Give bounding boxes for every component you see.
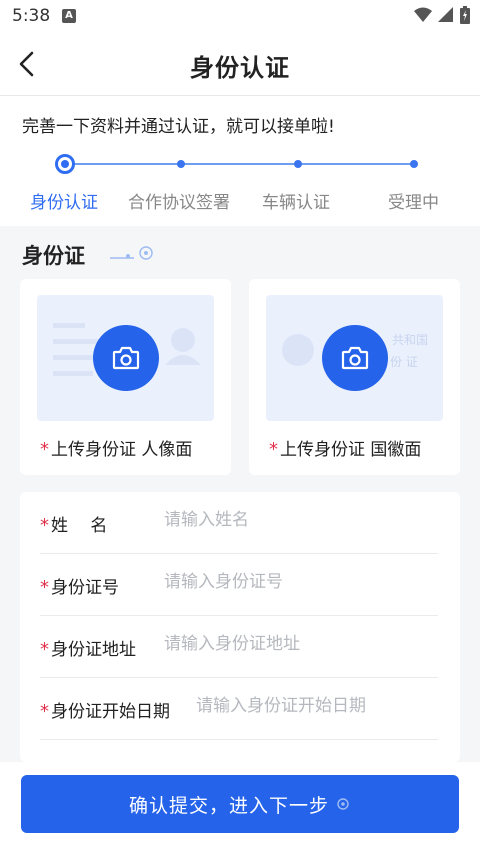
camera-button-emblem[interactable] (322, 325, 388, 391)
wifi-icon (414, 7, 432, 22)
upload-card-portrait[interactable]: * 上传身份证 人像面 (20, 279, 231, 475)
id-address-input[interactable] (164, 634, 404, 654)
required-mark: * (40, 577, 49, 598)
upload-label-text: 上传身份证 国徽面 (280, 440, 422, 460)
camera-icon (341, 346, 369, 370)
intro-text: 完善一下资料并通过认证，就可以接单啦! (22, 117, 335, 137)
step-label-agreement: 合作协议签署 (128, 193, 230, 213)
required-mark: * (40, 639, 49, 660)
section-title: 身份证 (22, 244, 85, 268)
identity-form: *姓 名 *身份证号 *身份证地址 *身份证开始日期 (20, 492, 460, 762)
status-bar: 5:38 A (0, 0, 480, 32)
form-row-id-number: * 身份证号 (40, 554, 438, 616)
id-number-input[interactable] (164, 572, 404, 592)
form-label-id-start-date: * 身份证开始日期 (40, 697, 170, 722)
decor-icon (110, 246, 153, 260)
step-dot (410, 160, 418, 168)
step-line (70, 163, 415, 165)
upload-label-text: 上传身份证 人像面 (51, 440, 193, 460)
required-mark: * (269, 439, 278, 460)
id-portrait-placeholder (37, 295, 214, 421)
form-label-text: 身份证开始日期 (51, 702, 170, 722)
id-start-date-input[interactable] (196, 696, 436, 716)
emblem-text-2: 份 证 (390, 355, 418, 369)
form-row-id-start-date: * 身份证开始日期 (40, 678, 438, 740)
form-label-id-number: * 身份证号 (40, 573, 119, 598)
battery-icon (460, 6, 470, 24)
upload-label-emblem: * 上传身份证 国徽面 (269, 435, 421, 460)
form-label-name: * 姓 名 (40, 511, 107, 536)
decor-icon (337, 798, 349, 810)
camera-button-portrait[interactable] (93, 325, 159, 391)
name-input[interactable] (164, 510, 404, 530)
form-label-text: 身份证地址 (51, 640, 136, 660)
status-time: 5:38 (12, 6, 51, 26)
notification-icon: A (62, 9, 76, 23)
nav-bar: 身份认证 (0, 32, 480, 96)
required-mark: * (40, 701, 49, 722)
camera-icon (112, 346, 140, 370)
step-label-vehicle: 车辆认证 (262, 193, 330, 213)
form-row-id-address: * 身份证地址 (40, 616, 438, 678)
step-label-processing: 受理中 (388, 193, 439, 213)
upload-card-emblem[interactable]: 共和国 份 证 * 上传身份证 国徽面 (249, 279, 460, 475)
submit-button-label: 确认提交，进入下一步 (128, 794, 329, 817)
step-dot-active (55, 154, 75, 174)
form-label-text: 身份证号 (51, 578, 119, 598)
status-icons (414, 6, 470, 24)
form-row-name: * 姓 名 (40, 492, 438, 554)
emblem-text-1: 共和国 (392, 333, 429, 347)
submit-button[interactable]: 确认提交，进入下一步 (21, 775, 459, 833)
form-label-id-address: * 身份证地址 (40, 635, 136, 660)
id-emblem-placeholder: 共和国 份 证 (266, 295, 443, 421)
step-dot (294, 160, 302, 168)
step-label-identity: 身份认证 (30, 193, 98, 213)
upload-label-portrait: * 上传身份证 人像面 (40, 435, 192, 460)
form-label-text: 姓 名 (51, 516, 108, 536)
step-dot (177, 160, 185, 168)
page-title: 身份认证 (190, 54, 290, 82)
signal-icon (438, 7, 453, 22)
progress-steps: 身份认证 合作协议签署 车辆认证 受理中 (0, 154, 480, 214)
intro-panel: 完善一下资料并通过认证，就可以接单啦! 身份认证 合作协议签署 车辆认证 受理中 (0, 96, 480, 226)
bottom-bar: 确认提交，进入下一步 (0, 762, 480, 853)
required-mark: * (40, 515, 49, 536)
required-mark: * (40, 439, 49, 460)
